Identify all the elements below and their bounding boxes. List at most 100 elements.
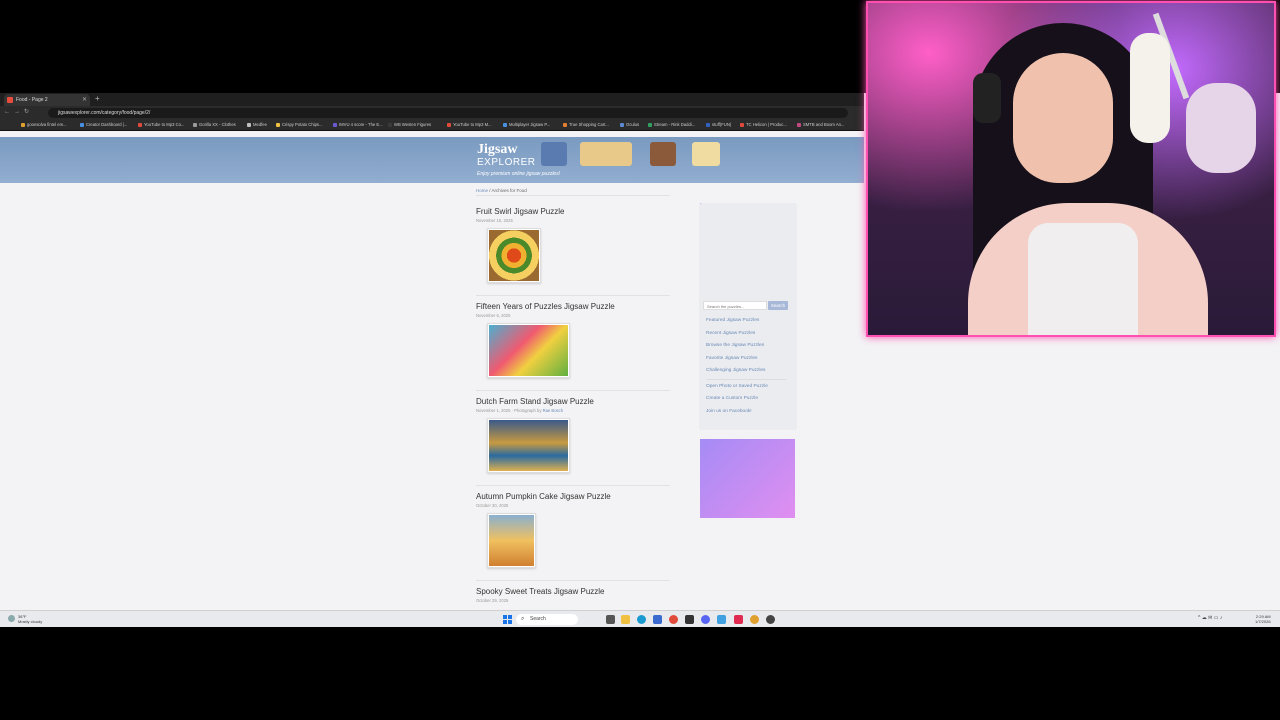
header-puzzle-icon xyxy=(541,142,567,166)
post-title-link[interactable]: Autumn Pumpkin Cake Jigsaw Puzzle xyxy=(476,492,670,501)
sidebar-divider xyxy=(706,379,786,380)
weather-widget[interactable]: 36°F Mostly cloudy xyxy=(8,614,42,624)
post-title-link[interactable]: Dutch Farm Stand Jigsaw Puzzle xyxy=(476,397,670,406)
bookmark-favicon-icon xyxy=(620,122,624,127)
bookmark-favicon-icon xyxy=(333,122,337,127)
close-tab-icon[interactable]: ✕ xyxy=(82,94,87,106)
bookmark-favicon-icon xyxy=(648,122,652,127)
bookmark-item[interactable]: WB Westen Figures xyxy=(388,121,431,129)
post-thumbnail[interactable] xyxy=(487,323,570,378)
ad-banner[interactable] xyxy=(700,439,795,518)
bookmark-favicon-icon xyxy=(503,122,507,127)
taskview-icon[interactable] xyxy=(606,615,615,624)
breadcrumb-current: / Archives for Food xyxy=(488,188,527,193)
search-icon: ⌕ xyxy=(521,616,525,622)
site-tagline: Enjoy premium online jigsaw puzzles! xyxy=(477,171,561,177)
bookmark-item[interactable]: TC Helicon | Produc... xyxy=(740,121,787,129)
bookmark-label: SMTB and Boom An... xyxy=(803,122,845,127)
post-date: October 30, 2025 xyxy=(476,503,509,508)
bookmark-label: WB Westen Figures xyxy=(394,122,432,127)
bookmark-label: Creator Dashboard |... xyxy=(86,122,128,127)
sidebar-link-create-custom[interactable]: Create a Custom Puzzle xyxy=(706,396,758,401)
sidebar-link-featured[interactable]: Featured Jigsaw Puzzles xyxy=(706,318,759,323)
post-date: November 6, 2025 xyxy=(476,313,511,318)
bookmark-label: TC Helicon | Produc... xyxy=(746,122,787,127)
post-date: November 10, 2025 xyxy=(476,218,513,223)
post-item: Fifteen Years of Puzzles Jigsaw Puzzle N… xyxy=(476,302,670,397)
url-field[interactable]: jigsawexplorer.com/category/food/page/2/ xyxy=(48,108,848,118)
file-explorer-icon[interactable] xyxy=(621,615,630,624)
tab-bar: Food - Page 2 ✕ + xyxy=(0,93,864,106)
bookmark-favicon-icon xyxy=(740,122,744,127)
post-thumbnail[interactable] xyxy=(487,513,536,568)
sidebar-link-recent[interactable]: Recent Jigsaw Puzzles xyxy=(706,331,755,336)
streamer-top xyxy=(1028,223,1138,335)
sidebar-link-browse[interactable]: Browse the Jigsaw Puzzles xyxy=(706,343,764,348)
breadcrumb-home-link[interactable]: Home xyxy=(476,188,488,193)
browser-tab[interactable]: Food - Page 2 ✕ xyxy=(4,94,90,106)
bookmark-item[interactable]: SMTB and Boom An... xyxy=(797,121,844,129)
bookmark-item[interactable]: Multiplayer Jigsaw P... xyxy=(503,121,550,129)
site-logo-subtitle[interactable]: EXPLORER xyxy=(477,157,535,168)
system-tray[interactable]: ^ ☁ ✉ ▭ ♪ xyxy=(1198,615,1222,621)
post-item: Fruit Swirl Jigsaw Puzzle November 10, 2… xyxy=(476,207,670,302)
tiktok-icon[interactable] xyxy=(734,615,743,624)
post-title-link[interactable]: Fruit Swirl Jigsaw Puzzle xyxy=(476,207,670,216)
app-icon[interactable] xyxy=(685,615,694,624)
sidebar-link-challenging[interactable]: Challenging Jigsaw Puzzles xyxy=(706,368,765,373)
bookmark-item[interactable]: goonsolva fintel em... xyxy=(21,121,67,129)
bookmark-label: Crispy Potato Chips... xyxy=(282,122,323,127)
bookmark-label: IMVU 4 score - The E... xyxy=(339,122,383,127)
bookmark-item[interactable]: Oculus xyxy=(620,121,639,129)
plush-toy xyxy=(1186,83,1256,173)
bookmark-item[interactable]: Gorilla XX - Clothes xyxy=(193,121,236,129)
bookmark-favicon-icon xyxy=(388,122,392,127)
bookmark-item[interactable]: stuff(FUN) xyxy=(706,121,731,129)
bookmark-item[interactable]: YouTube to Mp3 M... xyxy=(447,121,492,129)
new-tab-button[interactable]: + xyxy=(95,93,100,105)
bookmark-label: True Shopping Cart... xyxy=(569,122,609,127)
edge-icon[interactable] xyxy=(637,615,646,624)
search-button[interactable]: Search xyxy=(768,301,788,310)
taskbar-clock[interactable]: 2:29 AM 1/7/2026 xyxy=(1255,614,1271,624)
bookmark-item[interactable]: Crispy Potato Chips... xyxy=(276,121,323,129)
post-divider xyxy=(476,485,670,486)
bookmark-favicon-icon xyxy=(563,122,567,127)
post-title-link[interactable]: Spooky Sweet Treats Jigsaw Puzzle xyxy=(476,587,670,596)
weather-icon xyxy=(8,615,15,622)
sidebar-link-favorite[interactable]: Favorite Jigsaw Puzzles xyxy=(706,356,757,361)
bookmark-favicon-icon xyxy=(276,122,280,127)
nav-buttons[interactable]: ←→↻ xyxy=(4,108,33,115)
bookmark-item[interactable]: IMVU 4 score - The E... xyxy=(333,121,383,129)
windows-start-icon[interactable] xyxy=(503,615,512,624)
post-thumbnail[interactable] xyxy=(487,418,570,473)
search-input[interactable]: Search the puzzles... xyxy=(703,301,767,310)
bookmark-favicon-icon xyxy=(21,122,25,127)
app-icon[interactable] xyxy=(717,615,726,624)
chrome-icon[interactable] xyxy=(750,615,759,624)
chrome-icon[interactable] xyxy=(669,615,678,624)
bookmark-item[interactable]: Stream - Rink Daddi... xyxy=(648,121,695,129)
bookmark-favicon-icon xyxy=(797,122,801,127)
settings-icon[interactable] xyxy=(766,615,775,624)
post-title-link[interactable]: Fifteen Years of Puzzles Jigsaw Puzzle xyxy=(476,302,670,311)
discord-icon[interactable] xyxy=(701,615,710,624)
bookmark-favicon-icon xyxy=(706,122,710,127)
post-divider xyxy=(476,390,670,391)
bookmark-label: YouTube to Mp3 Co... xyxy=(144,122,185,127)
photographer-link[interactable]: Rae Bosch xyxy=(543,408,563,413)
breadcrumb: Home / Archives for Food xyxy=(476,188,670,196)
header-puzzle-icon xyxy=(692,142,720,166)
sidebar-link-open-photo[interactable]: Open Photo or Saved Puzzle xyxy=(706,384,768,389)
bookmark-item[interactable]: YouTube to Mp3 Co... xyxy=(138,121,184,129)
bookmark-item[interactable]: True Shopping Cart... xyxy=(563,121,609,129)
site-logo[interactable]: Jigsaw xyxy=(477,142,517,158)
bookmark-item[interactable]: Medfee xyxy=(247,121,267,129)
sidebar-link-facebook[interactable]: Join us on Facebook! xyxy=(706,409,752,414)
taskbar-search[interactable]: Search xyxy=(516,614,578,625)
post-thumbnail[interactable] xyxy=(487,228,541,283)
store-icon[interactable] xyxy=(653,615,662,624)
bookmark-item[interactable]: Creator Dashboard |... xyxy=(80,121,127,129)
bookmark-label: goonsolva fintel em... xyxy=(27,122,67,127)
bookmark-label: Gorilla XX - Clothes xyxy=(199,122,236,127)
